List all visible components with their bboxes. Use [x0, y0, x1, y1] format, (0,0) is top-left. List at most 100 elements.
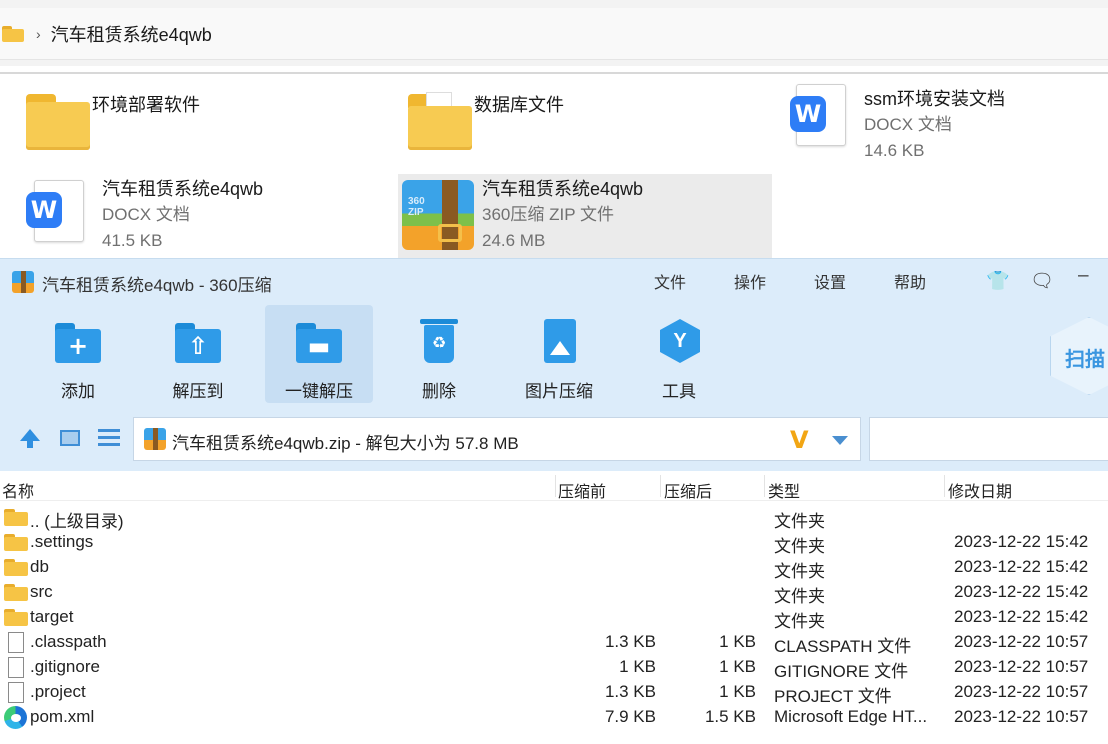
one-click-extract-label: 一键解压 [285, 382, 353, 401]
tools-label: 工具 [662, 382, 696, 401]
breadcrumb[interactable]: › 汽车租赁系统e4qwb [0, 8, 1108, 60]
folder-icon [2, 25, 24, 42]
tile-type: 360压缩 ZIP 文件 [482, 205, 614, 224]
tile-type: DOCX 文档 [102, 205, 190, 224]
extract-to-button[interactable]: ⇧ 解压到 [144, 305, 252, 403]
table-row[interactable]: .settings 文件夹 2023-12-22 15:42 [0, 530, 1108, 556]
cell-name: .classpath [30, 632, 107, 651]
file-icon [8, 632, 24, 653]
search-input[interactable] [869, 417, 1108, 461]
cell-type: CLASSPATH 文件 [774, 637, 912, 656]
chevron-right-icon[interactable]: › [36, 26, 41, 42]
cell-after: 1 KB [719, 682, 756, 701]
table-row[interactable]: target 文件夹 2023-12-22 15:42 [0, 605, 1108, 631]
tile-folder-db[interactable]: 数据库文件 [404, 86, 764, 168]
tile-folder-env[interactable]: 环境部署软件 [22, 86, 382, 168]
table-row[interactable]: .classpath 1.3 KB 1 KB CLASSPATH 文件 2023-12-… [0, 630, 1108, 656]
breadcrumb-current[interactable]: 汽车租赁系统e4qwb [51, 21, 212, 47]
scan-button[interactable]: 扫描 [1050, 317, 1108, 395]
cell-before: 1.3 KB [604, 682, 656, 701]
table-row[interactable]: .gitignore 1 KB 1 KB GITIGNORE 文件 2023-12-22… [0, 655, 1108, 681]
menu-operation[interactable]: 操作 [734, 269, 766, 293]
cell-type: Microsoft Edge HT... [774, 707, 928, 726]
thumbnail-view-icon[interactable] [60, 430, 80, 446]
tile-name: ssm环境安装文档 [864, 89, 1005, 109]
menu-help[interactable]: 帮助 [894, 269, 926, 293]
cell-date: 2023-12-22 10:57 [954, 707, 1089, 726]
folder-icon [22, 86, 92, 168]
cell-type: PROJECT 文件 [774, 687, 892, 706]
feedback-icon[interactable]: 🗨 [1030, 269, 1054, 293]
title-bar[interactable]: 汽车租赁系统e4qwb - 360压缩 文件 操作 设置 帮助 👕 🗨 – [0, 259, 1108, 303]
add-button[interactable]: + 添加 [24, 305, 132, 403]
table-row[interactable]: .. (上级目录) 文件夹 [0, 505, 1108, 531]
edge-icon [4, 706, 27, 729]
cell-date: 2023-12-22 15:42 [954, 607, 1089, 626]
table-row[interactable]: db 文件夹 2023-12-22 15:42 [0, 555, 1108, 581]
column-after[interactable]: 压缩后 [664, 478, 712, 502]
list-view-icon[interactable] [98, 429, 120, 447]
divider [944, 475, 945, 497]
cell-name: .. (上级目录) [30, 512, 124, 531]
cell-before: 1.3 KB [604, 632, 656, 651]
v-logo-icon[interactable]: V [790, 426, 809, 454]
cell-after: 1.5 KB [704, 707, 756, 726]
recycle-bin-icon: ♻ [414, 317, 464, 367]
column-before[interactable]: 压缩前 [558, 478, 606, 502]
cell-date: 2023-12-22 15:42 [954, 582, 1089, 601]
toolbar: + 添加 ⇧ 解压到 ▬ 一键解压 ♻ 删除 图片压缩 Y 工具 扫描 [0, 303, 1108, 415]
cell-name: .gitignore [30, 657, 100, 676]
zip-archive-icon: 360 ZIP [398, 174, 482, 256]
divider [0, 72, 1108, 74]
cell-date: 2023-12-22 10:57 [954, 682, 1089, 701]
zip-window: 汽车租赁系统e4qwb - 360压缩 文件 操作 设置 帮助 👕 🗨 – + … [0, 258, 1108, 744]
one-click-extract-icon: ▬ [294, 317, 344, 367]
archive-path-field[interactable]: 汽车租赁系统e4qwb.zip - 解包大小为 57.8 MB V [133, 417, 861, 461]
tools-button[interactable]: Y 工具 [625, 305, 733, 403]
menu-file[interactable]: 文件 [654, 269, 686, 293]
image-compress-icon [534, 317, 584, 367]
up-arrow-icon[interactable] [20, 429, 40, 448]
tile-docx-project[interactable]: W 汽车租赁系统e4qwb DOCX 文档 41.5 KB [22, 170, 382, 252]
skin-shirt-icon[interactable]: 👕 [986, 269, 1010, 293]
cell-before: 7.9 KB [604, 707, 656, 726]
image-compress-label: 图片压缩 [525, 382, 593, 401]
cell-name: target [30, 607, 74, 626]
cell-date: 2023-12-22 15:42 [954, 557, 1089, 576]
cell-after: 1 KB [719, 657, 756, 676]
add-folder-icon: + [53, 317, 103, 367]
column-name[interactable]: 名称 [2, 478, 34, 502]
tile-name: 汽车租赁系统e4qwb [102, 179, 264, 199]
app-logo-icon [12, 271, 34, 293]
tile-size: 41.5 KB [102, 231, 163, 250]
table-row[interactable]: .project 1.3 KB 1 KB PROJECT 文件 2023-12-22 1… [0, 680, 1108, 706]
column-type[interactable]: 类型 [768, 478, 800, 502]
cell-before: 1 KB [619, 657, 656, 676]
tile-docx-ssm[interactable]: W ssm环境安装文档 DOCX 文档 14.6 KB [786, 80, 1106, 162]
cell-name: db [30, 557, 49, 576]
folder-with-document-icon [404, 86, 474, 168]
column-date[interactable]: 修改日期 [948, 478, 1012, 502]
tile-size: 14.6 KB [864, 141, 925, 160]
navigation-row: 汽车租赁系统e4qwb.zip - 解包大小为 57.8 MB V [0, 417, 1108, 463]
cell-after: 1 KB [719, 632, 756, 651]
table-row[interactable]: src 文件夹 2023-12-22 15:42 [0, 580, 1108, 606]
cell-type: 文件夹 [774, 587, 825, 606]
cell-name: .project [30, 682, 86, 701]
delete-button[interactable]: ♻ 删除 [385, 305, 493, 403]
tile-name: 数据库文件 [474, 95, 564, 115]
divider [660, 475, 661, 497]
extract-to-label: 解压到 [172, 382, 224, 401]
menu-settings[interactable]: 设置 [814, 269, 846, 293]
tile-type: DOCX 文档 [864, 115, 952, 134]
zip-archive-icon [144, 428, 166, 450]
chevron-down-icon[interactable] [832, 436, 848, 445]
minimize-icon[interactable]: – [1078, 265, 1089, 287]
window-title: 汽车租赁系统e4qwb - 360压缩 [42, 276, 272, 295]
add-button-label: 添加 [61, 382, 95, 401]
table-row[interactable]: pom.xml 7.9 KB 1.5 KB Microsoft Edge HT... 2… [0, 705, 1108, 730]
image-compress-button[interactable]: 图片压缩 [505, 305, 613, 403]
tile-zip-project[interactable]: 360 ZIP 汽车租赁系统e4qwb 360压缩 ZIP 文件 24.6 MB [398, 174, 772, 258]
cell-name: .settings [30, 532, 94, 551]
one-click-extract-button[interactable]: ▬ 一键解压 [265, 305, 373, 403]
